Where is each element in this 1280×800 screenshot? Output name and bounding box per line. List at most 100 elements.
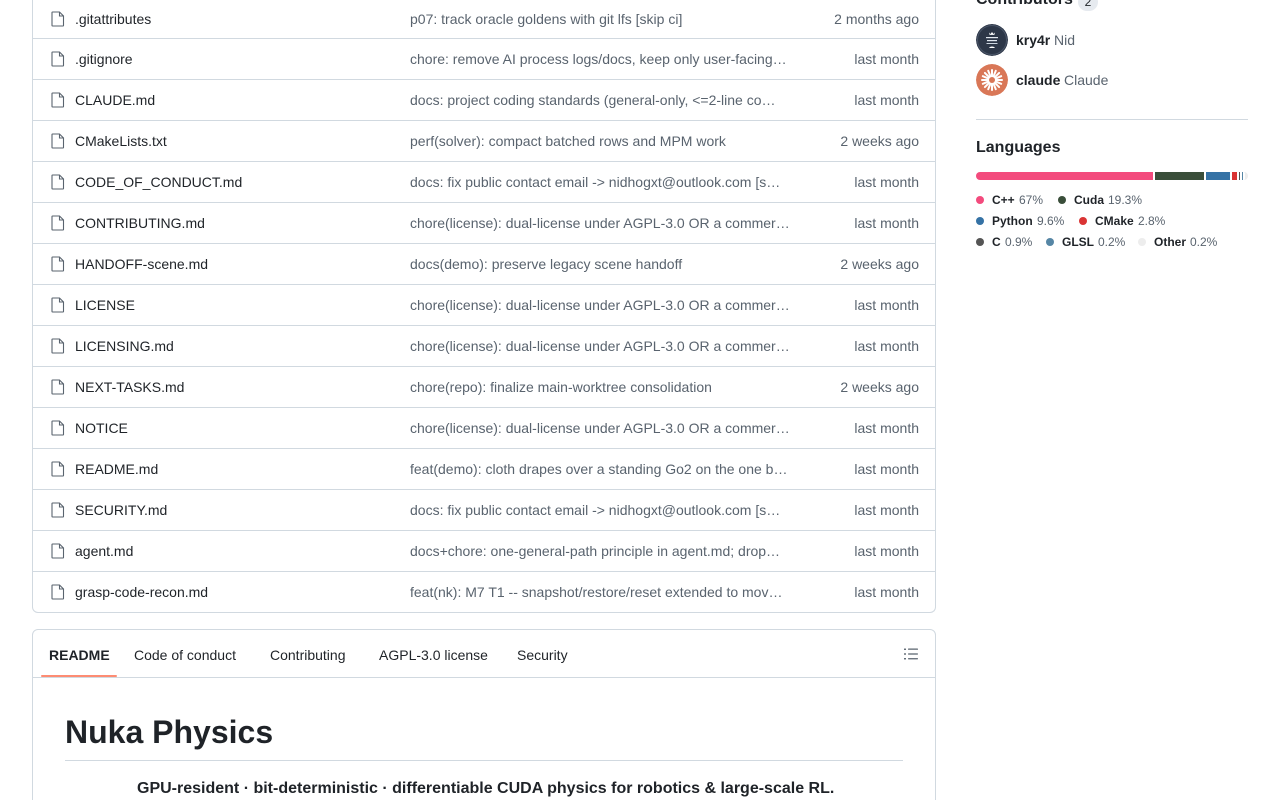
language-color-dot (976, 196, 984, 204)
language-color-dot (976, 238, 984, 246)
file-row[interactable]: grasp-code-recon.md feat(nk): M7 T1 -- s… (33, 571, 935, 612)
file-name-link[interactable]: NOTICE (75, 420, 128, 436)
file-name-link[interactable]: LICENSING.md (75, 338, 174, 354)
commit-message-link[interactable]: chore(license): dual-license under AGPL-… (410, 215, 802, 231)
file-row[interactable]: CMakeLists.txt perf(solver): compact bat… (33, 120, 935, 161)
contributor-kry4r[interactable]: kry4r Nid (976, 24, 1236, 56)
file-icon (51, 420, 65, 436)
contributor-login[interactable]: claude (1016, 72, 1060, 88)
contributor-login[interactable]: kry4r (1016, 32, 1050, 48)
file-name-link[interactable]: README.md (75, 461, 158, 477)
file-icon (51, 174, 65, 190)
file-name-link[interactable]: .gitattributes (75, 11, 151, 27)
tab-code-of-conduct[interactable]: Code of conduct (134, 647, 236, 663)
language-name: Other (1154, 235, 1187, 249)
file-name-link[interactable]: CLAUDE.md (75, 92, 155, 108)
commit-date: 2 weeks ago (840, 379, 919, 395)
readme-tagline: GPU-resident · bit-deterministic · diffe… (137, 780, 835, 797)
commit-message-link[interactable]: p07: track oracle goldens with git lfs [… (410, 11, 802, 27)
commit-message-link[interactable]: feat(nk): M7 T1 -- snapshot/restore/rese… (410, 584, 802, 600)
contributors-heading[interactable]: Contributors (976, 0, 1073, 9)
tab-security[interactable]: Security (517, 647, 568, 663)
file-row[interactable]: agent.md docs+chore: one-general-path pr… (33, 530, 935, 571)
tab-license[interactable]: AGPL-3.0 license (379, 647, 488, 663)
file-row[interactable]: .gitignore chore: remove AI process logs… (33, 38, 935, 79)
file-name-link[interactable]: grasp-code-recon.md (75, 584, 208, 600)
sidebar-divider (976, 119, 1248, 120)
language-percent: 0.9% (1005, 235, 1033, 249)
file-name-link[interactable]: CODE_OF_CONDUCT.md (75, 174, 242, 190)
file-icon (51, 338, 65, 354)
commit-date: 2 months ago (834, 11, 919, 27)
language-name: GLSL (1062, 235, 1094, 249)
list-unordered-icon[interactable] (903, 646, 919, 662)
file-row[interactable]: LICENSING.md chore(license): dual-licens… (33, 325, 935, 366)
commit-date: last month (854, 461, 919, 477)
language-name: C++ (992, 193, 1015, 207)
file-icon (51, 51, 65, 67)
file-name-link[interactable]: LICENSE (75, 297, 135, 313)
file-row[interactable]: SECURITY.md docs: fix public contact ema… (33, 489, 935, 530)
contributors-count-badge: 2 (1078, 0, 1098, 11)
file-row[interactable]: CONTRIBUTING.md chore(license): dual-lic… (33, 202, 935, 243)
languages-heading: Languages (976, 139, 1061, 156)
tab-contributing[interactable]: Contributing (270, 647, 346, 663)
file-name-link[interactable]: .gitignore (75, 51, 133, 67)
file-row[interactable]: .gitattributes p07: track oracle goldens… (33, 0, 935, 38)
keep-calm-avatar-icon (976, 24, 1008, 56)
active-tab-indicator (41, 675, 117, 677)
commit-date: 2 weeks ago (840, 256, 919, 272)
commit-date: 2 weeks ago (840, 133, 919, 149)
file-icon (51, 543, 65, 559)
language-percent: 0.2% (1098, 235, 1126, 249)
commit-message-link[interactable]: docs+chore: one-general-path principle i… (410, 543, 802, 559)
commit-message-link[interactable]: chore(license): dual-license under AGPL-… (410, 420, 802, 436)
file-icon (51, 379, 65, 395)
commit-message-link[interactable]: docs: project coding standards (general-… (410, 92, 802, 108)
language-color-dot (1046, 238, 1054, 246)
commit-date: last month (854, 92, 919, 108)
language-name: Python (992, 214, 1033, 228)
tab-readme[interactable]: README (49, 647, 110, 663)
readme-tab-bar: README Code of conduct Contributing AGPL… (33, 630, 935, 678)
commit-message-link[interactable]: chore(repo): finalize main-worktree cons… (410, 379, 802, 395)
file-icon (51, 215, 65, 231)
file-icon (51, 461, 65, 477)
commit-date: last month (854, 215, 919, 231)
file-name-link[interactable]: NEXT-TASKS.md (75, 379, 184, 395)
commit-message-link[interactable]: docs(demo): preserve legacy scene handof… (410, 256, 802, 272)
file-name-link[interactable]: HANDOFF-scene.md (75, 256, 208, 272)
language-percent: 0.2% (1190, 235, 1218, 249)
contributor-claude[interactable]: claude Claude (976, 64, 1236, 96)
language-name: C (992, 235, 1001, 249)
file-name-link[interactable]: CONTRIBUTING.md (75, 215, 205, 231)
file-row[interactable]: README.md feat(demo): cloth drapes over … (33, 448, 935, 489)
file-name-link[interactable]: SECURITY.md (75, 502, 167, 518)
language-bar-segment (1245, 172, 1248, 180)
file-icon (51, 256, 65, 272)
commit-message-link[interactable]: chore: remove AI process logs/docs, keep… (410, 51, 802, 67)
file-row[interactable]: CLAUDE.md docs: project coding standards… (33, 79, 935, 120)
file-name-link[interactable]: CMakeLists.txt (75, 133, 167, 149)
language-percent: 67% (1019, 193, 1044, 207)
language-bar-segment (1154, 172, 1206, 180)
commit-message-link[interactable]: feat(demo): cloth drapes over a standing… (410, 461, 802, 477)
file-row[interactable]: NOTICE chore(license): dual-license unde… (33, 407, 935, 448)
contributor-name: Claude (1064, 72, 1109, 88)
language-percent: 2.8% (1138, 214, 1166, 228)
commit-message-link[interactable]: chore(license): dual-license under AGPL-… (410, 297, 802, 313)
file-row[interactable]: HANDOFF-scene.md docs(demo): preserve le… (33, 243, 935, 284)
language-bar-segment (1206, 172, 1232, 180)
file-row[interactable]: LICENSE chore(license): dual-license und… (33, 284, 935, 325)
commit-message-link[interactable]: docs: fix public contact email -> nidhog… (410, 502, 802, 518)
commit-message-link[interactable]: chore(license): dual-license under AGPL-… (410, 338, 802, 354)
languages-bar (976, 172, 1248, 180)
commit-message-link[interactable]: docs: fix public contact email -> nidhog… (410, 174, 802, 190)
commit-message-link[interactable]: perf(solver): compact batched rows and M… (410, 133, 802, 149)
file-row[interactable]: NEXT-TASKS.md chore(repo): finalize main… (33, 366, 935, 407)
file-icon (51, 133, 65, 149)
file-name-link[interactable]: agent.md (75, 543, 133, 559)
readme-panel: README Code of conduct Contributing AGPL… (32, 629, 936, 800)
commit-date: last month (854, 51, 919, 67)
file-row[interactable]: CODE_OF_CONDUCT.md docs: fix public cont… (33, 161, 935, 202)
